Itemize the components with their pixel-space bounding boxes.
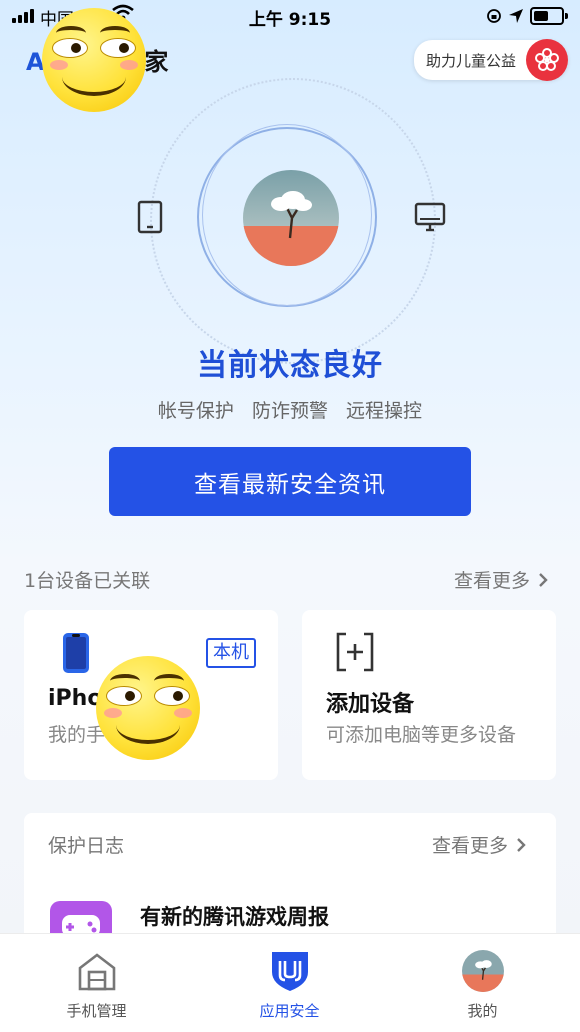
user-avatar[interactable] (243, 170, 339, 266)
devices-more-link[interactable]: 查看更多 (454, 566, 548, 593)
tab-label: 我的 (467, 1002, 498, 1020)
more-label: 查看更多 (453, 570, 530, 592)
chevron-right-icon (517, 837, 526, 852)
add-device-subtitle: 可添加电脑等更多设备 (326, 724, 517, 746)
this-device-badge: 本机 (206, 638, 256, 668)
tablet-icon[interactable] (137, 200, 163, 238)
devices-count-label: 1台设备已关联 (24, 570, 151, 592)
device-name: iPho (48, 686, 103, 711)
battery-area (486, 7, 568, 25)
rotation-lock-icon (487, 9, 501, 23)
protection-log-card: 保护日志 查看更多 有新的腾讯游戏周报 (24, 813, 556, 963)
avatar-icon (462, 950, 504, 992)
tab-bar: 手机管理 应用安全 我的 (0, 933, 580, 1032)
log-title: 保护日志 (48, 835, 125, 857)
feature-item: 远程操控 (346, 400, 423, 422)
feature-list: 帐号保护 防诈预警 远程操控 (0, 396, 580, 423)
feature-item: 帐号保护 (157, 400, 234, 422)
add-device-card[interactable]: 添加设备 可添加电脑等更多设备 (302, 610, 556, 780)
device-subtitle: 我的手 (48, 724, 106, 746)
add-device-title: 添加设备 (326, 692, 415, 717)
iphone-icon (62, 632, 90, 678)
chevron-right-icon (539, 572, 548, 587)
add-device-icon (336, 632, 374, 676)
emoji-sticker (42, 8, 146, 112)
emoji-sticker (96, 656, 200, 760)
security-news-button[interactable]: 查看最新安全资讯 (109, 447, 471, 516)
house-icon (77, 952, 117, 996)
charity-button[interactable]: 助力儿童公益 (413, 39, 568, 81)
charity-flower-icon (526, 39, 568, 81)
feature-item: 防诈预警 (251, 400, 328, 422)
log-more-link[interactable]: 查看更多 (432, 831, 526, 858)
computer-icon[interactable] (414, 202, 446, 238)
charity-label: 助力儿童公益 (425, 51, 516, 70)
devices-header: 1台设备已关联 查看更多 (24, 566, 548, 593)
tab-label: 应用安全 (259, 1002, 320, 1020)
more-label: 查看更多 (431, 835, 508, 857)
log-item[interactable]: 有新的腾讯游戏周报 (140, 901, 329, 931)
log-header: 保护日志 查看更多 (48, 831, 526, 858)
security-state: 当前状态良好 (197, 348, 383, 383)
shield-icon (270, 950, 310, 996)
tab-label: 手机管理 (66, 1002, 127, 1020)
location-icon (509, 9, 523, 23)
battery-icon (530, 7, 564, 25)
